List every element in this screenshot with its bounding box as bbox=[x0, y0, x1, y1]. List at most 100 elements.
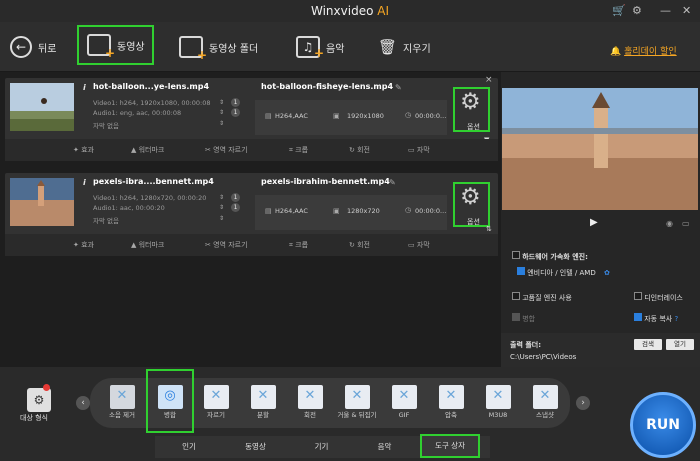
deinterlace-checkbox[interactable] bbox=[634, 292, 642, 300]
output-settings: ▤ H264,AAC ▣ 1280x720 ◷ 00:00:0... bbox=[255, 195, 447, 230]
resolution-icon: ▣ bbox=[333, 207, 340, 215]
holiday-discount-link[interactable]: 🔔 홀리데이 할인 bbox=[610, 44, 677, 57]
video-thumbnail bbox=[10, 83, 74, 131]
tool-mirror-flip[interactable]: ✕ 거울 & 뒤집기 bbox=[337, 385, 377, 429]
output-settings: ▤ H264,AAC ▣ 1920x1080 ◷ 00:00:0... bbox=[255, 100, 447, 135]
source-filename: hot-balloon...ye-lens.mp4 bbox=[93, 82, 210, 91]
browse-button[interactable]: 검색 bbox=[634, 339, 662, 350]
rotate-button[interactable]: ↻ 회전 bbox=[349, 145, 370, 155]
add-video-folder-button[interactable]: + 동영상 폴더 bbox=[179, 32, 258, 62]
hw-engine-row: 엔비디아 / 인텔 / AMD ✿ bbox=[517, 267, 610, 278]
tab-video[interactable]: 동영상 bbox=[228, 437, 283, 457]
add-video-button[interactable]: + 동영상 bbox=[77, 25, 154, 65]
carousel-next-arrow[interactable]: › bbox=[576, 396, 590, 410]
folder-icon[interactable]: ▭ bbox=[682, 219, 690, 228]
chevron-icon[interactable]: ⇕ bbox=[219, 120, 224, 127]
bell-icon: 🔔 bbox=[610, 47, 622, 57]
edit-toolbar: ✦ 효과 ▲ 워터마크 ✂ 영역 자르기 ⌗ 크롭 ↻ 회전 ▭ 자막 bbox=[5, 234, 498, 256]
watermark-button[interactable]: ▲ 워터마크 bbox=[131, 145, 164, 155]
clock-icon: ◷ bbox=[405, 206, 412, 214]
clear-button[interactable]: 🗑 지우기 bbox=[378, 32, 431, 62]
target-format-label: 대상 형식 bbox=[20, 414, 48, 422]
hw-accel-checkbox[interactable] bbox=[512, 251, 520, 259]
tool-denoise[interactable]: ✕ 소음 제거 bbox=[102, 385, 142, 429]
back-button[interactable]: ← 뒤로 bbox=[10, 32, 56, 62]
rotate-button[interactable]: ↻ 회전 bbox=[349, 240, 370, 250]
info-icon[interactable]: i bbox=[83, 83, 86, 92]
tab-toolbox[interactable]: 도구 상자 bbox=[420, 434, 480, 458]
tab-music[interactable]: 음악 bbox=[357, 437, 412, 457]
merge-checkbox[interactable] bbox=[512, 313, 520, 321]
crop-button[interactable]: ⌗ 크롭 bbox=[289, 240, 308, 250]
open-folder-button[interactable]: 열기 bbox=[666, 339, 694, 350]
subtitle-info[interactable]: 자막 없음 bbox=[93, 215, 119, 225]
watermark-button[interactable]: ▲ 워터마크 bbox=[131, 240, 164, 250]
trim-button[interactable]: ✂ 영역 자르기 bbox=[205, 145, 248, 155]
effect-button[interactable]: ✦ 효과 bbox=[73, 240, 94, 250]
gear-icon: ⚙ bbox=[460, 89, 481, 115]
gear-icon: ⚙ bbox=[460, 184, 481, 210]
option-button[interactable]: ⚙ 옵션 bbox=[453, 182, 490, 227]
task-item[interactable]: i hot-balloon...ye-lens.mp4 Video1: h264… bbox=[5, 75, 498, 161]
task-item[interactable]: i pexels-ibra....bennett.mp4 Video1: h26… bbox=[5, 173, 498, 256]
info-icon[interactable]: i bbox=[83, 178, 86, 187]
crop-button[interactable]: ⌗ 크롭 bbox=[289, 145, 308, 155]
film-icon: ▤ bbox=[265, 207, 272, 215]
audio-info: Audio1: aac, 00:00:20 bbox=[93, 204, 165, 212]
snapshot-icon[interactable]: ◉ bbox=[666, 219, 673, 228]
video-info: Video1: h264, 1920x1080, 00:00:08 bbox=[93, 99, 211, 107]
trash-icon: 🗑 bbox=[378, 38, 398, 56]
tool-split[interactable]: ✕ 분할 bbox=[243, 385, 283, 429]
title-bar: Winxvideo AI 🛒 ⚙ — ✕ bbox=[0, 0, 700, 22]
play-icon[interactable]: ▶ bbox=[590, 217, 598, 228]
run-button[interactable]: RUN bbox=[630, 392, 696, 458]
chevron-icon[interactable]: ⇕ bbox=[219, 204, 224, 211]
close-icon[interactable]: ✕ bbox=[682, 4, 691, 17]
chevron-icon[interactable]: ⇕ bbox=[219, 109, 224, 116]
output-filename: pexels-ibrahim-bennett.mp4 bbox=[261, 177, 390, 186]
tool-m3u8[interactable]: ✕ M3U8 bbox=[478, 385, 518, 429]
subtitle-button[interactable]: ▭ 자막 bbox=[408, 240, 430, 250]
clock-icon: ◷ bbox=[405, 111, 412, 119]
film-icon: ▤ bbox=[265, 112, 272, 120]
effect-button[interactable]: ✦ 효과 bbox=[73, 145, 94, 155]
subtitle-button[interactable]: ▭ 자막 bbox=[408, 145, 430, 155]
option-button[interactable]: ⚙ 옵션 bbox=[453, 87, 490, 132]
add-music-button[interactable]: ♫ + 음악 bbox=[296, 32, 344, 62]
hq-engine-checkbox[interactable] bbox=[512, 292, 520, 300]
edit-pencil-icon[interactable]: ✎ bbox=[395, 83, 402, 92]
target-format-icon[interactable]: ⚙ bbox=[27, 388, 51, 412]
help-icon[interactable]: ? bbox=[674, 315, 678, 323]
tool-merge[interactable]: ◎ 병합 bbox=[146, 369, 194, 433]
track-count-badge: 1 bbox=[231, 108, 240, 117]
trim-button[interactable]: ✂ 영역 자르기 bbox=[205, 240, 248, 250]
scroll-arrows[interactable]: ⇅ bbox=[486, 225, 492, 233]
carousel-prev-arrow[interactable]: ‹ bbox=[76, 396, 90, 410]
preview-image bbox=[502, 88, 698, 210]
chevron-icon[interactable]: ⇕ bbox=[219, 99, 224, 106]
folder-icon: + bbox=[179, 36, 207, 62]
tool-rotate[interactable]: ✕ 회전 bbox=[290, 385, 330, 429]
track-count-badge: 1 bbox=[231, 98, 240, 107]
edit-pencil-icon[interactable]: ✎ bbox=[389, 178, 396, 187]
tab-device[interactable]: 기기 bbox=[294, 437, 349, 457]
tool-compress[interactable]: ✕ 압축 bbox=[431, 385, 471, 429]
source-filename: pexels-ibra....bennett.mp4 bbox=[93, 177, 214, 186]
merge-row: 병합 bbox=[512, 313, 535, 324]
hw-engine-checkbox[interactable] bbox=[517, 267, 525, 275]
close-icon[interactable]: × bbox=[485, 75, 493, 85]
tool-gif[interactable]: ✕ GIF bbox=[384, 385, 424, 429]
film-icon: + bbox=[87, 34, 115, 60]
subtitle-info[interactable]: 자막 없음 bbox=[93, 120, 119, 130]
tab-popular[interactable]: 인기 bbox=[164, 437, 214, 457]
chevron-icon[interactable]: ⇕ bbox=[219, 215, 224, 222]
tool-snapshot[interactable]: ✕ 스냅샷 bbox=[525, 385, 565, 429]
settings-icon[interactable]: ✿ bbox=[604, 269, 610, 277]
edit-toolbar: ✦ 효과 ▲ 워터마크 ✂ 영역 자르기 ⌗ 크롭 ↻ 회전 ▭ 자막 bbox=[5, 139, 498, 161]
tool-trim[interactable]: ✕ 자르기 bbox=[196, 385, 236, 429]
auto-copy-checkbox[interactable] bbox=[634, 313, 642, 321]
gear-icon[interactable]: ⚙ bbox=[632, 4, 642, 17]
chevron-icon[interactable]: ⇕ bbox=[219, 194, 224, 201]
minimize-icon[interactable]: — bbox=[660, 4, 671, 17]
cart-icon[interactable]: 🛒 bbox=[612, 4, 626, 17]
